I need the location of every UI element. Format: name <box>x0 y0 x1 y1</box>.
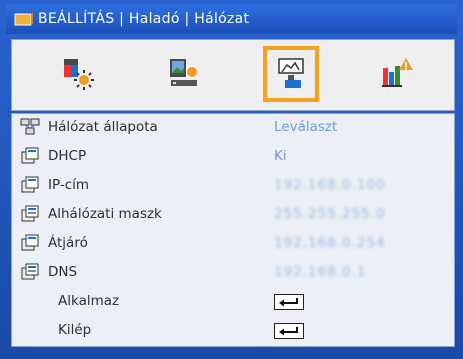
ip-address-icon <box>21 176 39 193</box>
network-settings-panel: Hálózat állapota Leválaszt DHCP Ki IP-cí… <box>11 113 455 347</box>
subnet-mask-label: Alhálózati maszk <box>48 206 162 222</box>
title-bar: BEÁLLÍTÁS | Haladó | Hálózat <box>6 4 457 34</box>
menu-row-subnet-mask[interactable]: Alhálózati maszk 255.255.255.0 <box>12 201 454 227</box>
tab-setup[interactable] <box>263 46 319 102</box>
network-status-icon <box>20 118 40 135</box>
dns-value: 192.168.0.1 <box>274 264 367 280</box>
enter-key-icon[interactable] <box>274 323 304 339</box>
menu-row-gateway[interactable]: Átjáró 192.168.0.254 <box>12 230 454 256</box>
menu-row-ip-address[interactable]: IP-cím 192.168.0.100 <box>12 172 454 198</box>
gateway-value: 192.168.0.254 <box>274 235 386 251</box>
network-status-value: Leválaszt <box>274 119 338 135</box>
subnet-mask-icon <box>21 205 39 222</box>
ip-address-value: 192.168.0.100 <box>274 177 386 193</box>
display-settings-icon <box>170 59 197 86</box>
tab-options[interactable] <box>369 45 425 101</box>
setup-settings-icon <box>278 58 304 88</box>
page-title: BEÁLLÍTÁS | Haladó | Hálózat <box>38 11 250 27</box>
gateway-label: Átjáró <box>48 235 88 251</box>
network-status-label: Hálózat állapota <box>48 119 158 135</box>
gateway-icon <box>21 234 39 251</box>
dhcp-label: DHCP <box>48 148 87 164</box>
exit-label: Kilép <box>58 322 92 338</box>
menu-row-exit[interactable]: Kilép <box>12 317 454 343</box>
menu-row-network-status[interactable]: Hálózat állapota Leválaszt <box>12 114 454 140</box>
apply-label: Alkalmaz <box>58 293 120 309</box>
tab-display[interactable] <box>157 45 213 101</box>
menu-row-apply[interactable]: Alkalmaz <box>12 288 454 314</box>
dns-label: DNS <box>48 264 78 280</box>
dhcp-value: Ki <box>274 148 287 164</box>
dns-icon <box>21 263 39 280</box>
menu-row-dhcp[interactable]: DHCP Ki <box>12 143 454 169</box>
image-settings-icon <box>64 59 94 90</box>
options-info-icon <box>382 58 413 87</box>
osd-window: BEÁLLÍTÁS | Haladó | Hálózat Hálózat áll… <box>0 0 463 359</box>
ip-address-label: IP-cím <box>48 177 90 193</box>
enter-key-icon[interactable] <box>274 294 304 310</box>
tab-image[interactable] <box>51 45 107 101</box>
subnet-mask-value: 255.255.255.0 <box>274 206 386 222</box>
dhcp-icon <box>21 147 39 164</box>
category-tab-bar <box>11 39 455 111</box>
menu-row-dns[interactable]: DNS 192.168.0.1 <box>12 259 454 285</box>
projector-menu-icon <box>14 12 33 26</box>
